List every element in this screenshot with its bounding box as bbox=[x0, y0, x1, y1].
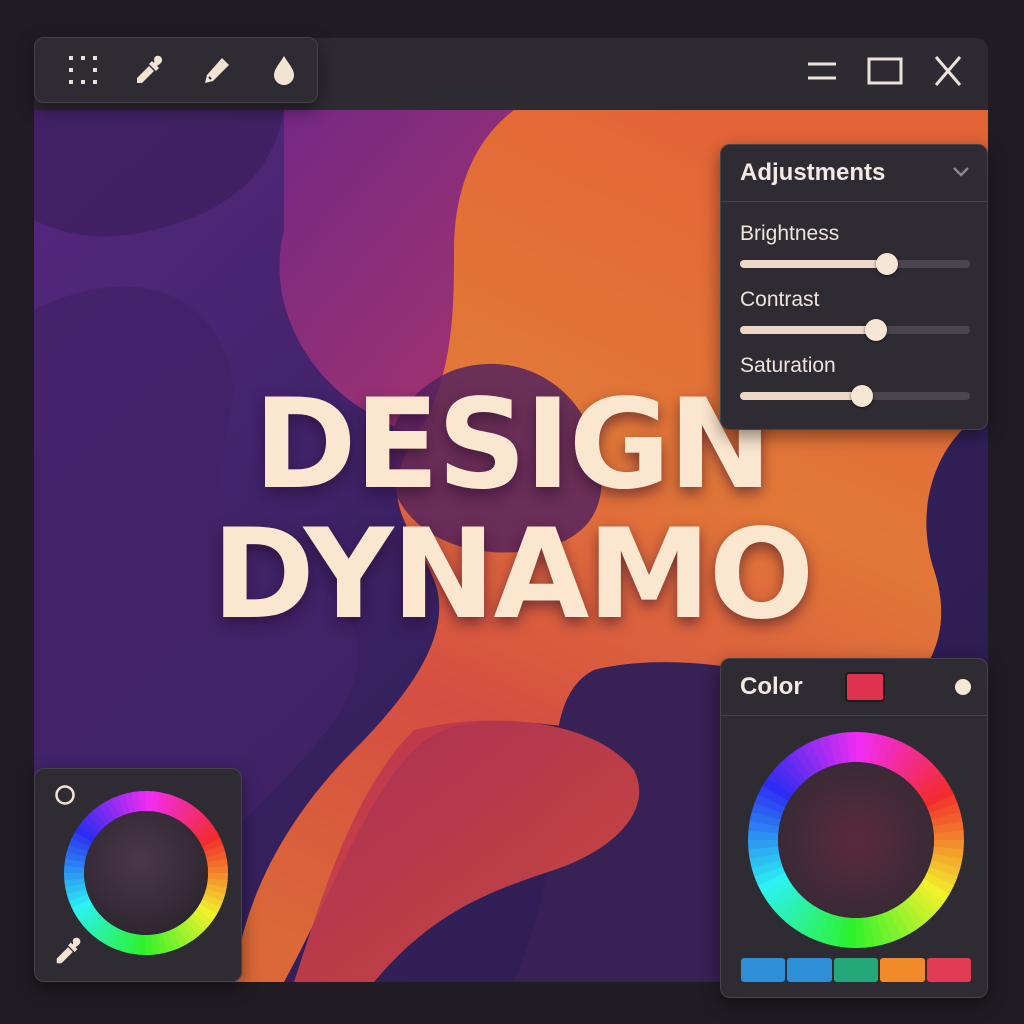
adjustments-header[interactable]: Adjustments bbox=[721, 145, 987, 202]
saturation-slider[interactable] bbox=[740, 385, 970, 407]
title-line-2: DYNAMO bbox=[211, 503, 814, 647]
eyedropper-tool-button[interactable] bbox=[116, 37, 183, 103]
saturation-slider-fill bbox=[740, 392, 862, 400]
tool-palette bbox=[34, 37, 318, 103]
swatch-orange[interactable] bbox=[880, 958, 925, 982]
swatch-red[interactable] bbox=[926, 958, 972, 982]
mini-color-wheel[interactable] bbox=[64, 791, 228, 955]
color-title: Color bbox=[740, 673, 803, 700]
saturation-label: Saturation bbox=[740, 354, 836, 377]
color-wheel[interactable] bbox=[748, 732, 964, 948]
contrast-slider-thumb[interactable] bbox=[864, 319, 887, 341]
brightness-slider-fill bbox=[740, 260, 888, 268]
maximize-icon bbox=[867, 57, 903, 85]
grid-select-icon bbox=[68, 56, 97, 84]
pencil-tool-button[interactable] bbox=[183, 37, 250, 103]
current-color-swatch[interactable] bbox=[844, 672, 885, 702]
contrast-slider[interactable] bbox=[740, 319, 970, 341]
contrast-label: Contrast bbox=[740, 288, 820, 311]
minimize-button[interactable] bbox=[790, 48, 853, 94]
eyedropper-icon[interactable] bbox=[53, 935, 85, 967]
swatch-light-blue[interactable] bbox=[787, 958, 832, 982]
saturation-row: Saturation bbox=[740, 354, 970, 420]
color-options-dot[interactable] bbox=[955, 679, 971, 695]
brightness-slider[interactable] bbox=[740, 253, 970, 275]
color-panel: Color bbox=[720, 658, 988, 998]
minimize-icon bbox=[807, 62, 836, 80]
adjustments-title: Adjustments bbox=[740, 159, 886, 186]
close-button[interactable] bbox=[917, 48, 980, 94]
maximize-button[interactable] bbox=[853, 48, 916, 94]
brightness-label: Brightness bbox=[740, 222, 840, 245]
contrast-slider-fill bbox=[740, 326, 876, 334]
swatch-blue[interactable] bbox=[741, 958, 786, 982]
swatch-row bbox=[741, 958, 972, 982]
pencil-icon bbox=[204, 58, 229, 83]
swatch-green[interactable] bbox=[833, 958, 879, 982]
saturation-slider-thumb[interactable] bbox=[850, 385, 873, 407]
contrast-row: Contrast bbox=[740, 288, 970, 354]
close-icon bbox=[935, 56, 962, 86]
chevron-down-icon[interactable] bbox=[951, 161, 971, 186]
mini-color-picker bbox=[34, 768, 242, 982]
adjustments-panel: Adjustments Brightness Contrast Saturati… bbox=[720, 144, 988, 430]
water-drop-tool-button[interactable] bbox=[250, 37, 317, 103]
window-controls bbox=[790, 48, 980, 94]
adjustments-body: Brightness Contrast Saturation bbox=[721, 202, 987, 420]
grid-select-tool-button[interactable] bbox=[49, 37, 116, 103]
brightness-row: Brightness bbox=[740, 222, 970, 288]
eyedropper-icon bbox=[136, 55, 162, 83]
color-header: Color bbox=[721, 659, 987, 716]
water-drop-icon bbox=[273, 56, 294, 85]
brightness-slider-thumb[interactable] bbox=[876, 253, 899, 275]
